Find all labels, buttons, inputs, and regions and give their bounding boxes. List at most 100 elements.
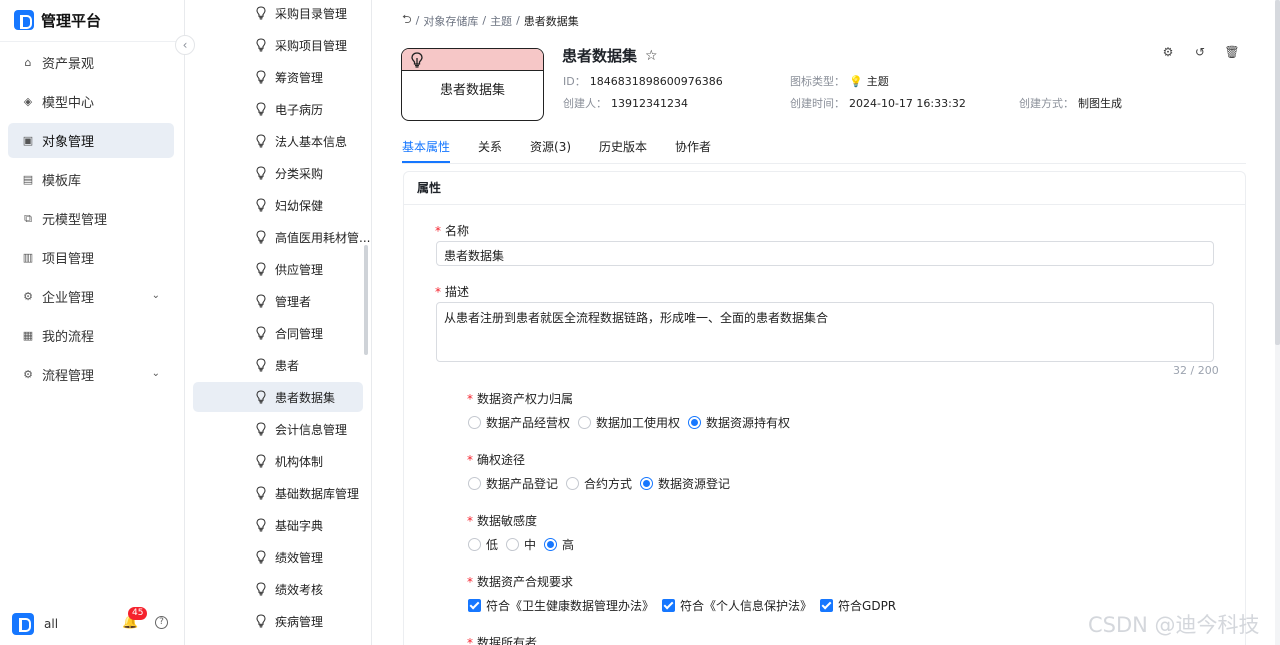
list-item[interactable]: 采购目录管理 (193, 0, 363, 28)
radio-option[interactable]: 数据资源持有权 (688, 414, 790, 431)
tab-collaborators[interactable]: 协作者 (675, 138, 711, 163)
description-field-label: * 描述 (435, 285, 470, 299)
radio-option[interactable]: 合约方式 (566, 475, 632, 492)
metamodel-icon: ⧉ (24, 211, 32, 225)
history-icon[interactable]: ↺ (1192, 44, 1208, 60)
object-list-scrollbar[interactable] (364, 245, 368, 355)
radio-button-selected[interactable] (688, 416, 702, 429)
list-item[interactable]: 管理者 (193, 286, 363, 316)
lightbulb-icon (256, 70, 266, 84)
list-item[interactable]: 绩效管理 (193, 542, 363, 572)
list-item[interactable]: 供应管理 (193, 254, 363, 284)
page-scrollbar[interactable] (1275, 0, 1280, 345)
list-item-label: 筹资管理 (275, 70, 324, 85)
lightbulb-icon (256, 6, 266, 20)
meta-label: ID： (563, 75, 586, 88)
chevron-down-icon: ⌄ (151, 368, 160, 379)
delete-icon[interactable]: 🗑 (1224, 44, 1240, 60)
list-item-label: 疾病管理 (275, 614, 324, 629)
list-item[interactable]: 基础数据库管理 (193, 478, 363, 508)
label-text: 描述 (445, 285, 470, 299)
tab-basic-properties[interactable]: 基本属性 (402, 138, 451, 163)
checkbox-option[interactable]: 符合《卫生健康数据管理办法》 (468, 597, 654, 614)
radio-button[interactable] (468, 538, 481, 551)
list-item-label: 采购项目管理 (275, 38, 348, 53)
app-logo[interactable]: 管理平台 (14, 8, 101, 32)
name-input[interactable]: 患者数据集 (436, 241, 1214, 266)
tab-resources[interactable]: 资源(3) (530, 138, 571, 163)
list-item-label: 基础字典 (275, 518, 324, 533)
list-item[interactable]: 会计信息管理 (193, 414, 363, 444)
list-item[interactable]: 合同管理 (193, 318, 363, 348)
list-item[interactable]: 疾病管理 (193, 606, 363, 636)
radio-button[interactable] (578, 416, 592, 429)
divider (402, 163, 1246, 164)
radio-option[interactable]: 数据资源登记 (640, 475, 730, 492)
chevron-down-icon: ⌄ (151, 290, 160, 301)
radio-option[interactable]: 低 (468, 536, 498, 553)
radio-option[interactable]: 数据加工使用权 (578, 414, 680, 431)
sidebar-item-my-process[interactable]: ▦ 我的流程 (8, 318, 174, 353)
meta-value: 主题 (866, 75, 889, 88)
sidebar-item-model-center[interactable]: ◈ 模型中心 (8, 84, 174, 119)
radio-button[interactable] (566, 477, 580, 490)
list-item[interactable]: 法人基本信息 (193, 126, 363, 156)
meta-label: 图标类型： (790, 75, 845, 88)
list-item[interactable]: 电子病历 (193, 94, 363, 124)
help-icon[interactable]: ? (155, 616, 168, 629)
list-item[interactable]: 基础字典 (193, 510, 363, 540)
list-item-label: 合同管理 (275, 326, 324, 341)
back-icon[interactable]: ⮌ (402, 10, 412, 31)
divider (0, 41, 184, 42)
meta-created-time: 创建时间： 2024-10-17 16:33:32 (790, 95, 966, 111)
tab-history[interactable]: 历史版本 (599, 138, 647, 163)
checkbox-checked[interactable] (820, 599, 834, 612)
meta-value: 2024-10-17 16:33:32 (849, 97, 966, 110)
list-item[interactable]: 机构体制 (193, 446, 363, 476)
meta-value: 制图生成 (1078, 97, 1122, 110)
lightbulb-icon (256, 166, 266, 180)
radio-option[interactable]: 数据产品登记 (468, 475, 558, 492)
checkbox-checked[interactable] (468, 599, 481, 612)
radio-button[interactable] (468, 477, 481, 490)
radio-button-selected[interactable] (640, 477, 654, 490)
description-textarea[interactable]: 从患者注册到患者就医全流程数据链路，形成唯一、全面的患者数据集合 (436, 302, 1214, 362)
lightbulb-icon (256, 326, 266, 340)
radio-button[interactable] (506, 538, 520, 551)
breadcrumb-item[interactable]: 主题 (490, 13, 512, 29)
sidebar-item-process-management[interactable]: ⚙ 流程管理 ⌄ (8, 357, 174, 392)
list-item[interactable]: 分类采购 (193, 158, 363, 188)
radio-button-selected[interactable] (544, 538, 558, 551)
list-item[interactable]: 筹资管理 (193, 62, 363, 92)
list-item[interactable]: 妇幼保健 (193, 190, 363, 220)
radio-option[interactable]: 高 (544, 536, 574, 553)
sidebar-item-enterprise[interactable]: ⚙ 企业管理 ⌄ (8, 279, 174, 314)
checkbox-checked[interactable] (662, 599, 676, 612)
sidebar-item-metamodel[interactable]: ⧉ 元模型管理 (8, 201, 174, 236)
list-item[interactable]: 采购项目管理 (193, 30, 363, 60)
star-icon[interactable]: ☆ (645, 48, 658, 64)
radio-option[interactable]: 数据产品经营权 (468, 414, 570, 431)
avatar[interactable] (12, 613, 34, 635)
checkbox-option[interactable]: 符合《个人信息保护法》 (662, 597, 812, 614)
tab-relations[interactable]: 关系 (478, 138, 502, 163)
list-item[interactable]: 高值医用耗材管... (193, 222, 370, 252)
user-name: all (44, 617, 59, 631)
lightbulb-icon (256, 390, 266, 404)
bank-icon: ⌂ (24, 55, 32, 69)
sidebar-item-project[interactable]: ▥ 项目管理 (8, 240, 174, 275)
breadcrumb-item[interactable]: 对象存储库 (423, 13, 478, 29)
checkbox-option[interactable]: 符合GDPR (820, 597, 896, 614)
list-item[interactable]: 患者 (193, 350, 363, 380)
sidebar-item-template-library[interactable]: ▤ 模板库 (8, 162, 174, 197)
meta-value: 1846831898600976386 (589, 75, 723, 88)
collapse-sidebar-button[interactable]: ‹ (175, 35, 195, 55)
list-item[interactable]: 患者数据集 (193, 382, 363, 412)
sidebar-item-object-management[interactable]: ▣ 对象管理 (8, 123, 174, 158)
radio-button[interactable] (468, 416, 481, 429)
label-text: 确权途径 (477, 453, 526, 467)
edit-settings-icon[interactable]: ⚙ (1160, 44, 1176, 60)
radio-option[interactable]: 中 (506, 536, 536, 553)
list-item[interactable]: 绩效考核 (193, 574, 363, 604)
sidebar-item-asset-landscape[interactable]: ⌂ 资产景观 (8, 45, 174, 80)
